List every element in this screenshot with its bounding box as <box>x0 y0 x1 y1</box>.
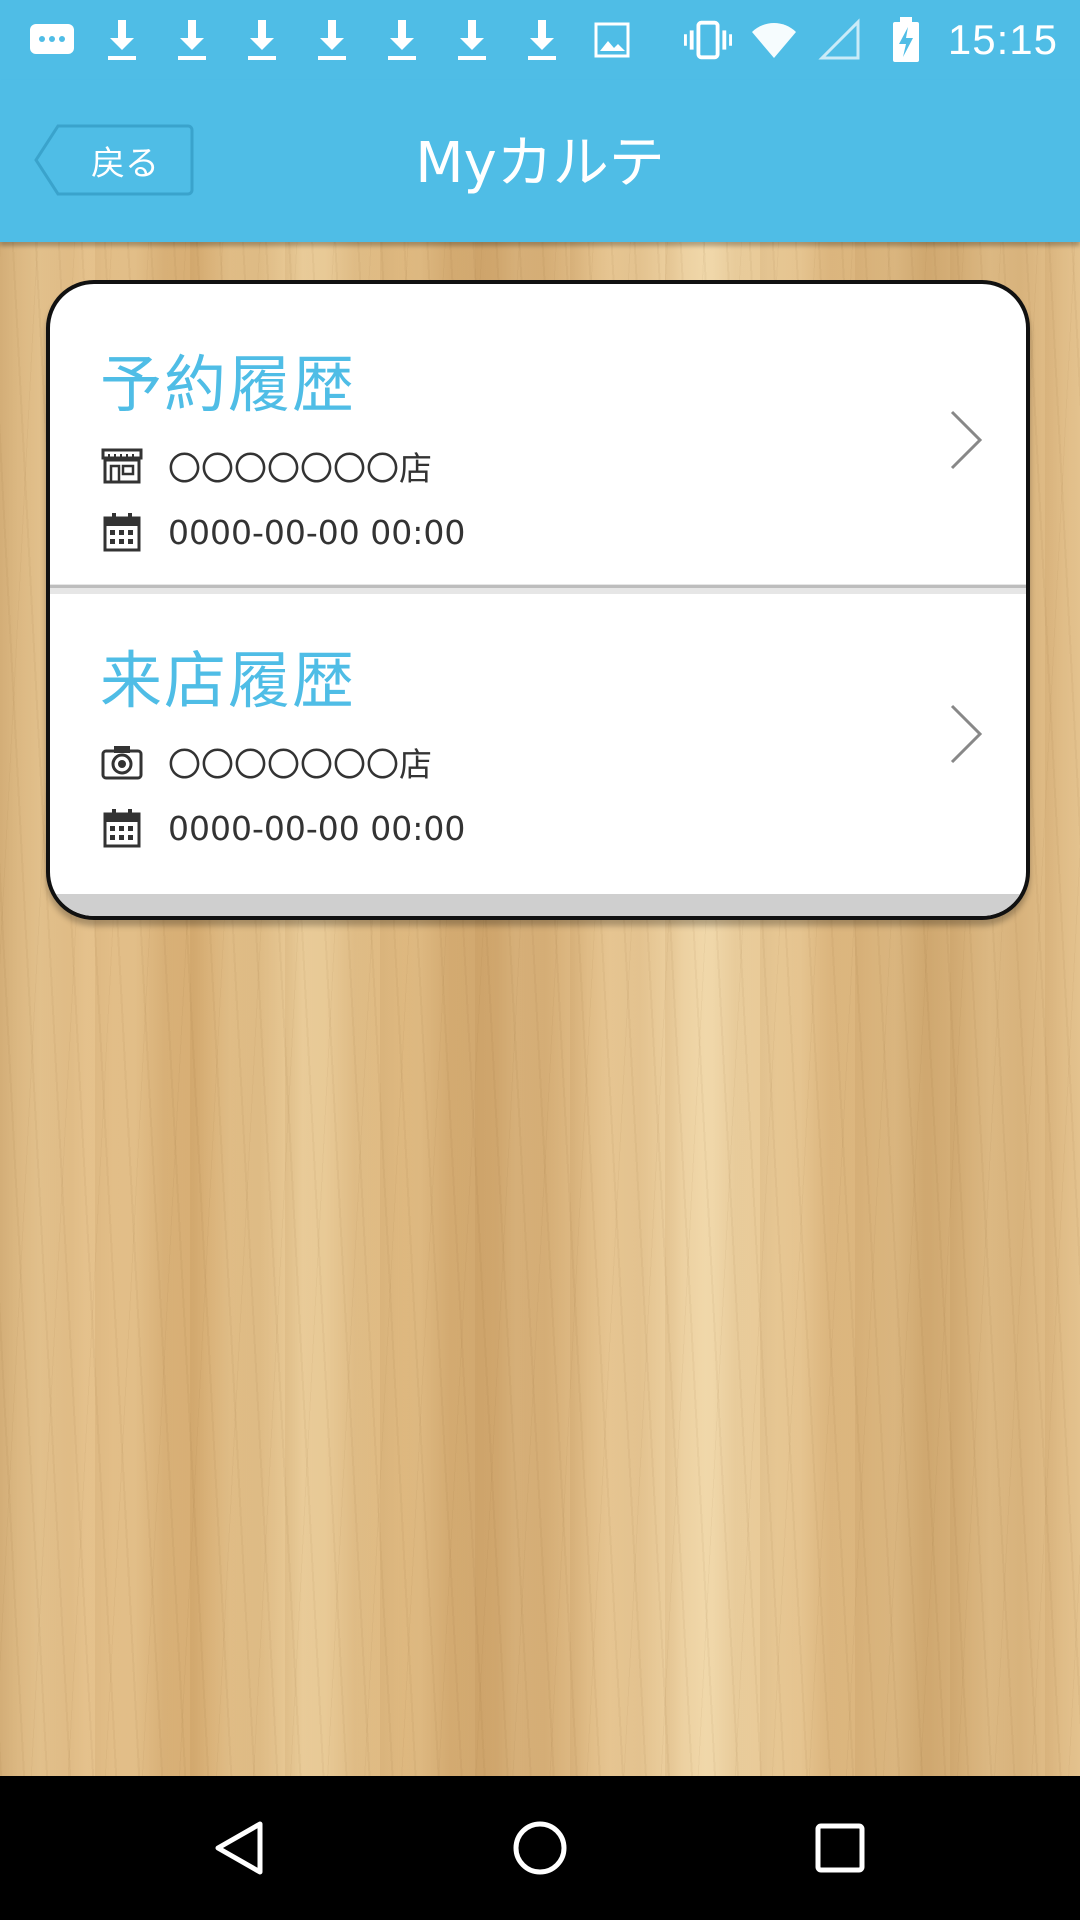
download-icon <box>448 16 496 64</box>
visit-date: 0000-00-00 00:00 <box>100 806 465 850</box>
page-title: Myカルテ <box>415 131 665 196</box>
reservation-history-row[interactable]: 予約履歴 〇〇〇〇〇〇〇店 0000-00-00 00:00 <box>50 284 1026 594</box>
signal-icon <box>816 16 864 64</box>
vibrate-icon <box>683 16 732 64</box>
nav-back-button[interactable] <box>204 1812 276 1884</box>
download-icon <box>518 16 566 64</box>
reservation-history-title: 予約履歴 <box>100 348 357 421</box>
reservation-store: 〇〇〇〇〇〇〇店 <box>100 444 432 488</box>
download-icon <box>98 16 146 64</box>
nav-home-button[interactable] <box>504 1812 576 1884</box>
visit-store: 〇〇〇〇〇〇〇店 <box>100 740 432 784</box>
calendar-icon <box>100 510 144 554</box>
download-icon <box>308 16 356 64</box>
back-icon <box>215 1821 263 1875</box>
image-icon <box>588 16 636 64</box>
download-icon <box>238 16 286 64</box>
calendar-icon <box>100 806 144 850</box>
camera-icon <box>100 740 144 784</box>
recents-icon <box>815 1823 865 1873</box>
app-header: 戻る Myカルテ <box>0 80 1080 242</box>
download-icon <box>168 16 216 64</box>
visit-store-text: 〇〇〇〇〇〇〇店 <box>168 745 432 784</box>
navigation-bar <box>0 1776 1080 1920</box>
notification-icons <box>28 14 636 66</box>
visit-date-text: 0000-00-00 00:00 <box>168 808 466 848</box>
visit-history-row[interactable]: 来店履歴 〇〇〇〇〇〇〇店 0000-00-00 00:00 <box>50 596 1026 896</box>
store-icon <box>100 444 144 488</box>
karte-card: 予約履歴 〇〇〇〇〇〇〇店 0000-00-00 00:00 来店履歴 〇〇〇〇… <box>46 280 1030 920</box>
reservation-date-text: 0000-00-00 00:00 <box>168 512 466 552</box>
home-icon <box>513 1821 567 1875</box>
status-bar: 15:15 <box>0 0 1080 80</box>
message-icon <box>28 16 76 64</box>
reservation-store-text: 〇〇〇〇〇〇〇店 <box>168 449 432 488</box>
chevron-right-icon <box>950 410 983 470</box>
battery-charging-icon <box>882 16 930 64</box>
download-icon <box>378 16 426 64</box>
system-icons: 15:15 <box>683 14 1058 66</box>
visit-history-title: 来店履歴 <box>100 644 357 717</box>
wifi-icon <box>750 16 798 64</box>
clock: 15:15 <box>947 16 1058 63</box>
nav-recents-button[interactable] <box>804 1812 876 1884</box>
reservation-date: 0000-00-00 00:00 <box>100 510 465 554</box>
chevron-right-icon <box>950 704 983 764</box>
